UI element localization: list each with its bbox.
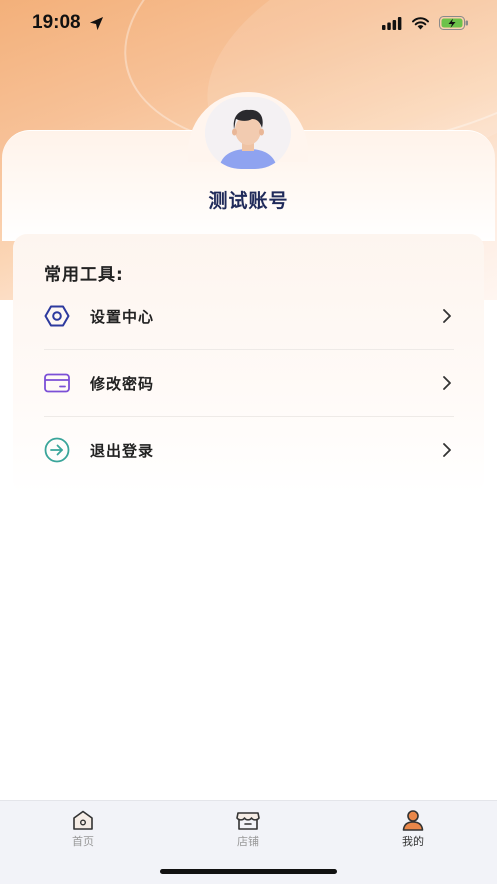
chevron-right-icon [443, 443, 451, 457]
tab-store-label: 店铺 [237, 835, 259, 848]
tab-home-label: 首页 [72, 835, 94, 848]
settings-hexagon-icon [44, 305, 70, 327]
settings-center-row[interactable]: 设置中心 [44, 283, 454, 349]
logout-arrow-icon [44, 437, 70, 463]
settings-center-label: 设置中心 [90, 307, 155, 326]
cellular-signal-icon [382, 16, 402, 30]
home-icon [73, 810, 93, 830]
change-password-row[interactable]: 修改密码 [44, 350, 454, 416]
status-bar: 19:08 [0, 0, 497, 46]
home-indicator [160, 869, 337, 874]
status-time: 19:08 [32, 12, 81, 33]
logout-row[interactable]: 退出登录 [44, 417, 454, 483]
user-avatar-icon [205, 97, 291, 169]
change-password-label: 修改密码 [90, 374, 155, 393]
tab-profile-label: 我的 [402, 835, 424, 848]
location-arrow-icon [89, 16, 103, 30]
profile-icon [402, 810, 424, 831]
avatar[interactable] [205, 97, 291, 169]
tab-home[interactable]: 首页 [43, 809, 123, 849]
tools-title: 常用工具: [44, 265, 124, 285]
chevron-right-icon [443, 376, 451, 390]
store-icon [236, 812, 260, 830]
tab-profile[interactable]: 我的 [373, 809, 453, 849]
tab-store[interactable]: 店铺 [208, 809, 288, 849]
wifi-icon [412, 17, 429, 30]
battery-charging-icon [439, 16, 468, 30]
chevron-right-icon [443, 309, 451, 323]
card-icon [44, 373, 70, 393]
username: 测试账号 [208, 190, 289, 212]
logout-label: 退出登录 [90, 441, 155, 460]
